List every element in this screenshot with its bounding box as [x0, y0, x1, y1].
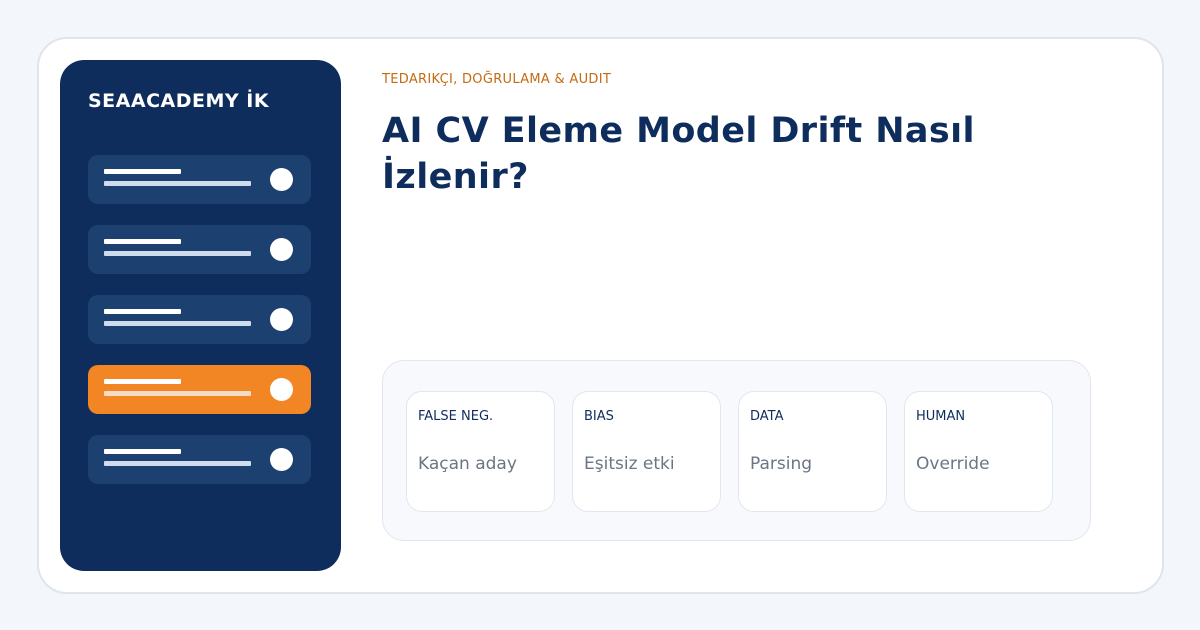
sidebar-item [88, 225, 311, 274]
sidebar-item [88, 155, 311, 204]
placeholder-line [104, 461, 251, 466]
metric-value: Eşitsiz etki [584, 454, 675, 474]
metric-value: Parsing [750, 454, 813, 474]
metric-label: HUMAN [916, 409, 966, 424]
placeholder-line [104, 181, 251, 186]
placeholder-line [104, 449, 181, 454]
toggle-dot-icon [270, 378, 293, 401]
sidebar-illustration: SEAACADEMY İK [60, 60, 341, 571]
sidebar-item [88, 435, 311, 484]
metric-value: Override [916, 454, 990, 474]
placeholder-line [104, 309, 181, 314]
brand-name: SEAACADEMY İK [88, 90, 270, 112]
placeholder-line [104, 169, 181, 174]
placeholder-line [104, 251, 251, 256]
placeholder-line [104, 239, 181, 244]
metrics-panel: FALSE NEG. Kaçan aday BIAS Eşitsiz etki … [382, 360, 1091, 541]
metric-card-bias: BIAS Eşitsiz etki [572, 391, 721, 512]
sidebar-item-active [88, 365, 311, 414]
toggle-dot-icon [270, 448, 293, 471]
category-label: TEDARIKÇI, DOĞRULAMA & AUDIT [382, 72, 612, 87]
sidebar-item [88, 295, 311, 344]
metric-card-data: DATA Parsing [738, 391, 887, 512]
metric-label: FALSE NEG. [418, 409, 494, 424]
placeholder-line [104, 391, 251, 396]
toggle-dot-icon [270, 168, 293, 191]
toggle-dot-icon [270, 238, 293, 261]
page-title: AI CV Eleme Model Drift Nasıl İzlenir? [382, 111, 975, 197]
toggle-dot-icon [270, 308, 293, 331]
metric-card-false-negative: FALSE NEG. Kaçan aday [406, 391, 555, 512]
metric-label: DATA [750, 409, 784, 424]
placeholder-line [104, 321, 251, 326]
metric-value: Kaçan aday [418, 454, 517, 474]
metric-label: BIAS [584, 409, 614, 424]
placeholder-line [104, 379, 181, 384]
metric-card-human: HUMAN Override [904, 391, 1053, 512]
